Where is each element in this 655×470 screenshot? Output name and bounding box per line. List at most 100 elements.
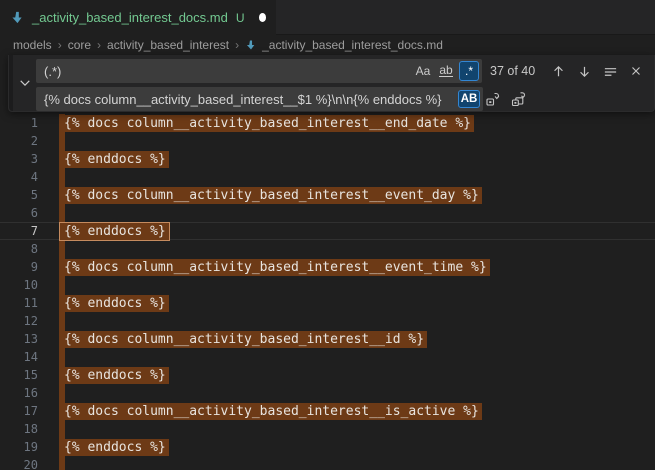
code-line[interactable]: 14 bbox=[0, 348, 655, 366]
find-match: {% docs column__activity_based_interest_… bbox=[60, 331, 427, 348]
code-line[interactable]: 6 bbox=[0, 204, 655, 222]
tab-bar: _activity_based_interest_docs.md U bbox=[0, 0, 655, 35]
line-number: 11 bbox=[0, 296, 38, 310]
find-match: {% enddocs %} bbox=[60, 367, 169, 384]
find-match: {% docs column__activity_based_interest_… bbox=[60, 187, 482, 204]
line-number: 15 bbox=[0, 368, 38, 382]
line-number: 20 bbox=[0, 458, 38, 470]
code-line[interactable]: 19 {% enddocs %} bbox=[0, 438, 655, 456]
line-number: 12 bbox=[0, 314, 38, 328]
results-count: 37 of 40 bbox=[490, 64, 535, 78]
line-text: {% enddocs %} bbox=[64, 296, 169, 311]
dirty-indicator-dot[interactable] bbox=[259, 13, 266, 22]
line-number: 10 bbox=[0, 278, 38, 292]
code-line[interactable]: 17 {% docs column__activity_based_interes… bbox=[0, 402, 655, 420]
line-text: {% enddocs %} bbox=[64, 368, 169, 383]
replace-all-button[interactable] bbox=[509, 89, 529, 109]
find-replace-widget: Aa ab .* 37 of 40 bbox=[8, 55, 655, 112]
line-number: 1 bbox=[0, 116, 38, 130]
code-line[interactable]: 15 {% enddocs %} bbox=[0, 366, 655, 384]
git-status-badge: U bbox=[236, 11, 245, 25]
find-match: {% enddocs %} bbox=[60, 439, 169, 456]
line-number: 8 bbox=[0, 242, 38, 256]
code-line[interactable]: 9 {% docs column__activity_based_interest… bbox=[0, 258, 655, 276]
regex-icon: .* bbox=[465, 64, 473, 78]
find-previous-button[interactable] bbox=[548, 61, 568, 81]
line-number: 4 bbox=[0, 170, 38, 184]
code-line[interactable]: 11 {% enddocs %} bbox=[0, 294, 655, 312]
line-number: 14 bbox=[0, 350, 38, 364]
line-text: {% enddocs %} bbox=[64, 224, 169, 239]
chevron-right-icon: › bbox=[235, 38, 239, 52]
code-line[interactable]: 20 bbox=[0, 456, 655, 470]
line-text: {% docs column__activity_based_interest_… bbox=[64, 332, 427, 347]
breadcrumb-item-core[interactable]: core bbox=[68, 38, 91, 52]
find-match: {% docs column__activity_based_interest_… bbox=[60, 403, 482, 420]
line-number: 13 bbox=[0, 332, 38, 346]
code-line[interactable]: 5 {% docs column__activity_based_interest… bbox=[0, 186, 655, 204]
markdown-icon bbox=[10, 10, 25, 25]
breadcrumb-item-file[interactable]: _activity_based_interest_docs.md bbox=[262, 38, 443, 52]
code-line[interactable]: 4 bbox=[0, 168, 655, 186]
chevron-right-icon: › bbox=[58, 38, 62, 52]
line-text: {% docs column__activity_based_interest_… bbox=[64, 260, 490, 275]
line-number: 6 bbox=[0, 206, 38, 220]
regex-button[interactable]: .* bbox=[459, 61, 479, 81]
chevron-right-icon: › bbox=[97, 38, 101, 52]
toggle-replace-button[interactable] bbox=[17, 75, 33, 91]
code-line[interactable]: 1 {% docs column__activity_based_interest… bbox=[0, 114, 655, 132]
line-text: {% docs column__activity_based_interest_… bbox=[64, 404, 482, 419]
tab-active-file[interactable]: _activity_based_interest_docs.md U bbox=[0, 0, 276, 35]
breadcrumb: models › core › activity_based_interest … bbox=[0, 36, 655, 53]
line-number: 17 bbox=[0, 404, 38, 418]
find-next-button[interactable] bbox=[574, 61, 594, 81]
code-line[interactable]: 16 bbox=[0, 384, 655, 402]
close-button[interactable] bbox=[626, 61, 646, 81]
find-match: {% enddocs %} bbox=[60, 295, 169, 312]
line-text: {% docs column__activity_based_interest_… bbox=[64, 116, 474, 131]
whole-word-button[interactable]: ab bbox=[436, 61, 456, 81]
editor-pane[interactable]: 1 {% docs column__activity_based_interest… bbox=[0, 53, 655, 470]
code-line[interactable]: 18 bbox=[0, 420, 655, 438]
find-match: {% docs column__activity_based_interest_… bbox=[60, 259, 490, 276]
tab-title: _activity_based_interest_docs.md bbox=[32, 10, 228, 25]
find-in-selection-button[interactable] bbox=[600, 61, 620, 81]
match-case-icon: Aa bbox=[416, 64, 431, 78]
code-line[interactable]: 10 bbox=[0, 276, 655, 294]
find-widget-resize-sash[interactable] bbox=[9, 55, 13, 111]
code-line[interactable]: 2 bbox=[0, 132, 655, 150]
find-match-current: {% enddocs %} bbox=[60, 223, 169, 240]
code-area[interactable]: 1 {% docs column__activity_based_interest… bbox=[0, 114, 655, 470]
line-number: 19 bbox=[0, 440, 38, 454]
find-match: {% enddocs %} bbox=[60, 151, 169, 168]
line-number: 18 bbox=[0, 422, 38, 436]
match-case-button[interactable]: Aa bbox=[413, 61, 433, 81]
code-line[interactable]: 13 {% docs column__activity_based_interes… bbox=[0, 330, 655, 348]
code-line[interactable]: 3 {% enddocs %} bbox=[0, 150, 655, 168]
line-number: 3 bbox=[0, 152, 38, 166]
breadcrumb-item-models[interactable]: models bbox=[13, 38, 52, 52]
code-line[interactable]: 7 {% enddocs %} bbox=[0, 222, 655, 240]
line-number: 7 bbox=[0, 224, 38, 238]
markdown-icon bbox=[245, 39, 257, 51]
whole-word-icon: ab bbox=[439, 65, 452, 77]
chevron-down-icon bbox=[19, 77, 31, 89]
line-number: 2 bbox=[0, 134, 38, 148]
preserve-case-button[interactable]: AB bbox=[458, 90, 480, 108]
replace-all-icon bbox=[511, 91, 527, 107]
find-input-wrapper: Aa ab .* bbox=[36, 59, 482, 83]
line-text: {% enddocs %} bbox=[64, 440, 169, 455]
arrow-down-icon bbox=[577, 64, 592, 79]
arrow-up-icon bbox=[551, 64, 566, 79]
replace-input-wrapper: AB bbox=[36, 87, 483, 111]
line-number: 5 bbox=[0, 188, 38, 202]
code-line[interactable]: 12 bbox=[0, 312, 655, 330]
replace-input[interactable] bbox=[36, 87, 483, 111]
line-text: {% enddocs %} bbox=[64, 152, 169, 167]
replace-icon bbox=[485, 91, 501, 107]
line-number: 9 bbox=[0, 260, 38, 274]
code-line[interactable]: 8 bbox=[0, 240, 655, 258]
replace-button[interactable] bbox=[483, 89, 503, 109]
preserve-case-icon: AB bbox=[461, 93, 478, 105]
breadcrumb-item-activity-based-interest[interactable]: activity_based_interest bbox=[107, 38, 229, 52]
